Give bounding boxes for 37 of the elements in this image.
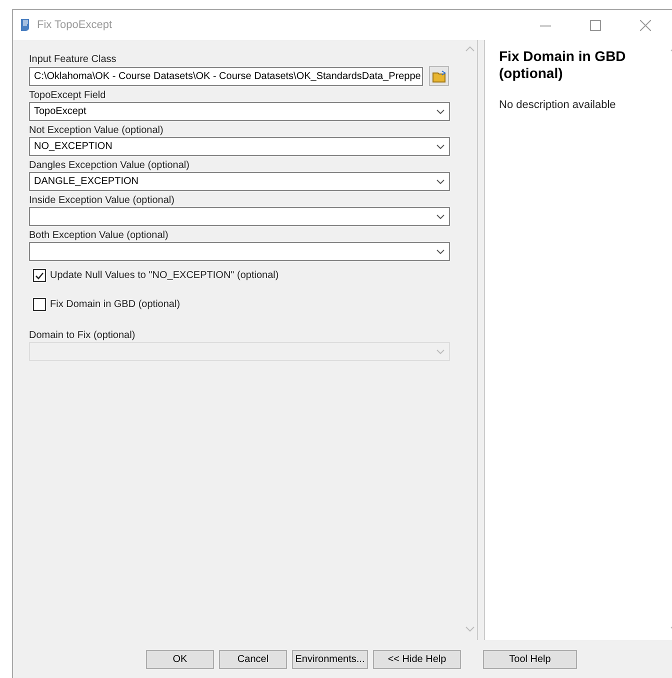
field-label: Both Exception Value (optional) [29,229,170,242]
field-label: Domain to Fix (optional) [29,329,136,342]
chevron-down-icon [436,248,445,254]
dropdown[interactable]: NO_EXCEPTION [29,137,450,156]
window-title: Fix TopoExcept [37,19,114,31]
field-label: Inside Exception Value (optional) [29,194,176,207]
field-label: Not Exception Value (optional) [29,124,164,137]
checkbox[interactable] [33,269,46,282]
dropdown[interactable]: DANGLE_EXCEPTION [29,172,450,191]
dialog-button[interactable]: << Hide Help [373,650,461,668]
dialog-button[interactable]: Environments... [292,650,368,668]
checkbox-label: Update Null Values to "NO_EXCEPTION" (optional) [50,270,279,281]
close-icon[interactable] [640,20,650,30]
scroll-up-icon[interactable] [465,46,475,52]
chevron-down-icon [436,214,445,220]
maximize-icon[interactable] [590,20,600,30]
scroll-down-icon[interactable] [465,626,475,632]
dialog-button[interactable]: Tool Help [483,650,577,668]
dialog-button[interactable]: Cancel [219,650,287,668]
field-label: Input Feature Class [29,53,118,66]
dialog-button[interactable]: OK [146,650,214,668]
help-description: No description available [499,99,617,111]
folder-icon [432,70,446,82]
help-title: Fix Domain in GBD (optional) [499,48,627,82]
dropdown[interactable] [29,207,450,226]
checkbox-label: Fix Domain in GBD (optional) [50,299,180,310]
path-field[interactable]: C:\Oklahoma\OK - Course Datasets\OK - Course Datasets\OK_StandardsData_Preppe [29,66,423,86]
field-label: TopoExcept Field [29,89,107,102]
dropdown[interactable] [29,242,450,261]
field-label: Dangles Excepction Value (optional) [29,159,190,172]
chevron-down-icon [436,108,445,114]
chevron-down-icon [436,348,445,354]
chevron-down-icon [436,144,445,150]
dropdown[interactable]: TopoExcept [29,102,450,121]
chevron-down-icon [436,178,445,184]
browse-button[interactable] [429,66,449,86]
checkbox[interactable] [33,298,46,311]
